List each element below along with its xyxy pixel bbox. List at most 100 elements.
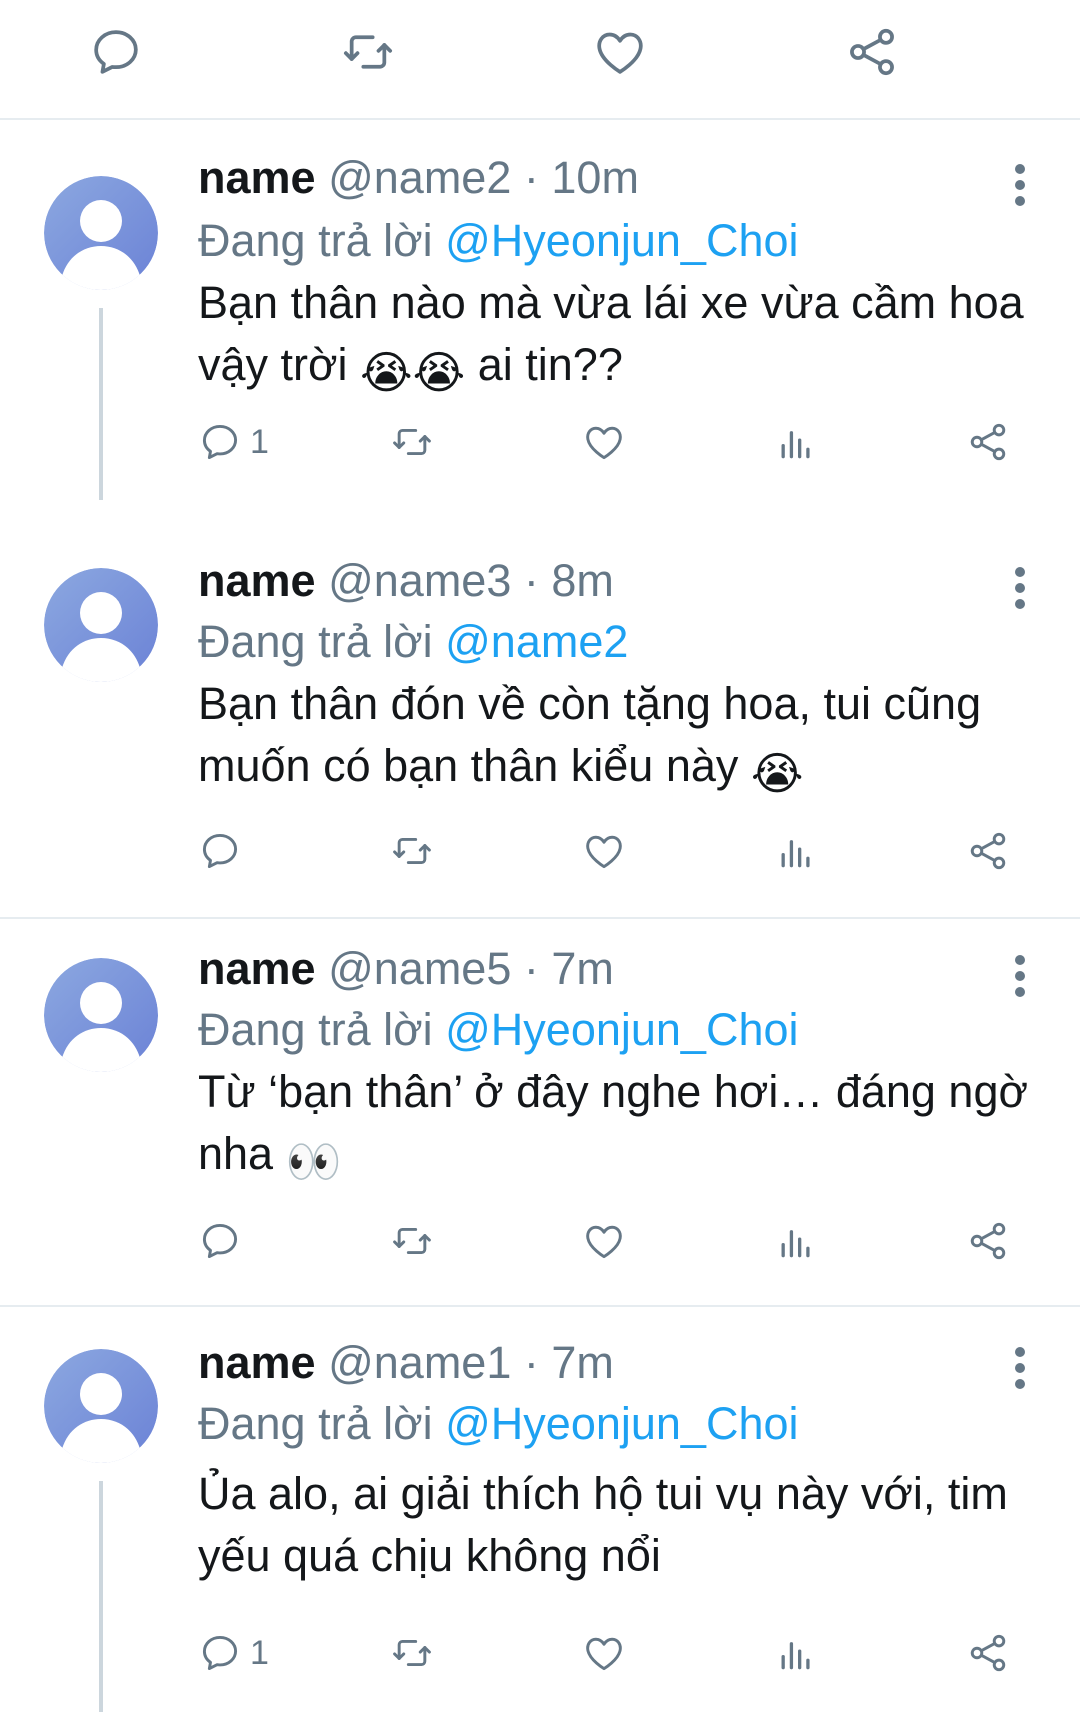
user-handle[interactable]: @name1: [328, 1337, 511, 1388]
like-button[interactable]: [582, 1623, 626, 1683]
replying-prefix: Đang trả lời: [198, 1398, 433, 1449]
tweet-header: name @name2 · 10m: [198, 148, 639, 208]
analytics-button[interactable]: [774, 1623, 818, 1683]
user-handle[interactable]: @name2: [328, 152, 511, 203]
like-icon[interactable]: [592, 24, 648, 80]
separator-dot: ·: [523, 555, 539, 606]
analytics-icon: [774, 1219, 818, 1263]
timestamp[interactable]: 8m: [551, 555, 614, 606]
reply-count: 1: [250, 422, 269, 461]
replying-to: Đang trả lời @name2: [198, 611, 628, 673]
separator-dot: ·: [523, 943, 539, 994]
like-button[interactable]: [582, 1211, 626, 1271]
reply-button[interactable]: 1: [198, 412, 269, 472]
mention-link[interactable]: @Hyeonjun_Choi: [445, 1004, 798, 1055]
tweet-text: Bạn thân đón về còn tặng hoa, tui cũng m…: [198, 673, 1048, 805]
tweet-text-end: ai tin??: [477, 339, 623, 390]
reply-tweet[interactable]: name @name2 · 10m Đang trả lời @Hyeonjun…: [0, 150, 1080, 505]
retweet-button[interactable]: [390, 1211, 434, 1271]
retweet-icon[interactable]: [340, 24, 396, 80]
reply-tweet[interactable]: name @name5 · 7m Đang trả lời @Hyeonjun_…: [0, 921, 1080, 1307]
analytics-button[interactable]: [774, 821, 818, 881]
user-handle[interactable]: @name3: [328, 555, 511, 606]
retweet-button[interactable]: [390, 1623, 434, 1683]
retweet-icon: [390, 1219, 434, 1263]
user-handle[interactable]: @name5: [328, 943, 511, 994]
tweet-actions: [0, 1211, 1080, 1271]
reply-icon: [198, 1631, 242, 1675]
avatar[interactable]: [44, 568, 158, 682]
display-name[interactable]: name: [198, 152, 316, 203]
tweet-header: name @name5 · 7m: [198, 939, 614, 999]
like-button[interactable]: [582, 821, 626, 881]
timestamp[interactable]: 7m: [551, 943, 614, 994]
like-icon: [582, 829, 626, 873]
analytics-icon: [774, 1631, 818, 1675]
retweet-icon: [390, 1631, 434, 1675]
tweet-action-bar: [0, 0, 1080, 120]
crying-face-emoji: 😭: [750, 748, 804, 799]
reply-icon: [198, 1219, 242, 1263]
tweet-text: Bạn thân nào mà vừa lái xe vừa cầm hoa v…: [198, 272, 1048, 404]
crying-face-emoji: 😭😭: [360, 347, 466, 398]
share-button[interactable]: [966, 1211, 1010, 1271]
replying-prefix: Đang trả lời: [198, 215, 433, 266]
more-options-icon[interactable]: [1006, 160, 1036, 210]
reply-tweet[interactable]: name @name3 · 8m Đang trả lời @name2 Bạn…: [0, 505, 1080, 919]
reply-icon: [198, 420, 242, 464]
reply-icon: [198, 829, 242, 873]
share-icon: [966, 1631, 1010, 1675]
tweet-text-main: Ủa alo, ai giải thích hộ tui vụ này với,…: [198, 1468, 1008, 1581]
reply-button[interactable]: [198, 1211, 242, 1271]
share-button[interactable]: [966, 1623, 1010, 1683]
more-options-icon[interactable]: [1006, 951, 1036, 1001]
display-name[interactable]: name: [198, 1337, 316, 1388]
replying-to: Đang trả lời @Hyeonjun_Choi: [198, 999, 799, 1061]
reply-tweet[interactable]: name @name1 · 7m Đang trả lời @Hyeonjun_…: [0, 1309, 1080, 1712]
separator-dot: ·: [523, 1337, 539, 1388]
mention-link[interactable]: @Hyeonjun_Choi: [445, 215, 798, 266]
display-name[interactable]: name: [198, 555, 316, 606]
tweet-header: name @name3 · 8m: [198, 551, 614, 611]
share-button[interactable]: [966, 412, 1010, 472]
avatar[interactable]: [44, 1349, 158, 1463]
tweet-actions: 1: [0, 412, 1080, 472]
retweet-icon: [390, 829, 434, 873]
retweet-button[interactable]: [390, 821, 434, 881]
retweet-button[interactable]: [390, 412, 434, 472]
like-button[interactable]: [582, 412, 626, 472]
timestamp[interactable]: 10m: [551, 152, 639, 203]
analytics-button[interactable]: [774, 412, 818, 472]
analytics-button[interactable]: [774, 1211, 818, 1271]
timestamp[interactable]: 7m: [551, 1337, 614, 1388]
reply-button[interactable]: 1: [198, 1623, 269, 1683]
share-icon: [966, 829, 1010, 873]
more-options-icon[interactable]: [1006, 563, 1036, 613]
replying-to: Đang trả lời @Hyeonjun_Choi: [198, 1393, 799, 1455]
tweet-header: name @name1 · 7m: [198, 1333, 614, 1393]
reply-count: 1: [250, 1633, 269, 1672]
mention-link[interactable]: @Hyeonjun_Choi: [445, 1398, 798, 1449]
like-icon: [582, 420, 626, 464]
share-icon[interactable]: [844, 24, 900, 80]
tweet-text-main: Bạn thân đón về còn tặng hoa, tui cũng m…: [198, 678, 982, 791]
reply-icon[interactable]: [88, 24, 144, 80]
eyes-emoji: 👀: [285, 1136, 342, 1187]
tweet-text: Ủa alo, ai giải thích hộ tui vụ này với,…: [198, 1463, 1048, 1587]
analytics-icon: [774, 420, 818, 464]
avatar[interactable]: [44, 958, 158, 1072]
retweet-icon: [390, 420, 434, 464]
avatar[interactable]: [44, 176, 158, 290]
like-icon: [582, 1219, 626, 1263]
like-icon: [582, 1631, 626, 1675]
reply-button[interactable]: [198, 821, 242, 881]
replying-prefix: Đang trả lời: [198, 616, 433, 667]
share-button[interactable]: [966, 821, 1010, 881]
share-icon: [966, 1219, 1010, 1263]
display-name[interactable]: name: [198, 943, 316, 994]
analytics-icon: [774, 829, 818, 873]
replying-to: Đang trả lời @Hyeonjun_Choi: [198, 210, 799, 272]
replying-prefix: Đang trả lời: [198, 1004, 433, 1055]
more-options-icon[interactable]: [1006, 1343, 1036, 1393]
mention-link[interactable]: @name2: [445, 616, 628, 667]
